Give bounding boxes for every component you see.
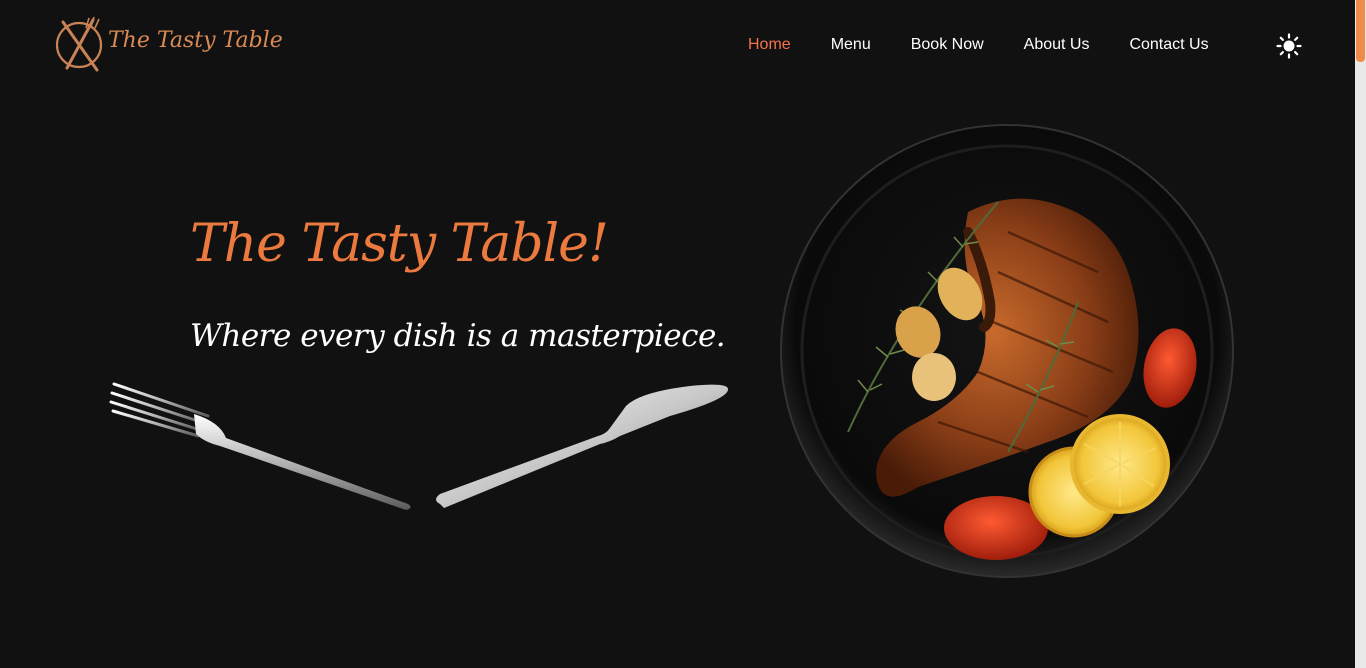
hero-tagline: Where every dish is a masterpiece.	[190, 318, 726, 354]
nav-item-about-us[interactable]: About Us	[1024, 36, 1090, 54]
nav-item-contact-us[interactable]: Contact Us	[1129, 36, 1208, 54]
fork-knife-logo-icon	[55, 16, 103, 72]
nav-item-home[interactable]: Home	[748, 36, 791, 54]
main-nav: Home Menu Book Now About Us Contact Us	[748, 34, 1249, 56]
fork-image	[109, 382, 411, 510]
scrollbar-thumb[interactable]	[1356, 0, 1365, 62]
nav-item-book-now[interactable]: Book Now	[911, 36, 984, 54]
logo-text: The Tasty Table	[108, 28, 283, 53]
sun-icon	[1276, 33, 1302, 59]
nav-item-menu[interactable]: Menu	[831, 36, 871, 54]
hero-title: The Tasty Table!	[190, 214, 609, 274]
scrollbar-track[interactable]	[1355, 0, 1366, 668]
theme-toggle-button[interactable]	[1276, 33, 1302, 59]
logo[interactable]: The Tasty Table	[53, 14, 283, 76]
knife-image	[436, 384, 729, 508]
page: The Tasty Table Home Menu Book Now About…	[0, 0, 1366, 668]
steak-dish-image	[780, 124, 1234, 578]
